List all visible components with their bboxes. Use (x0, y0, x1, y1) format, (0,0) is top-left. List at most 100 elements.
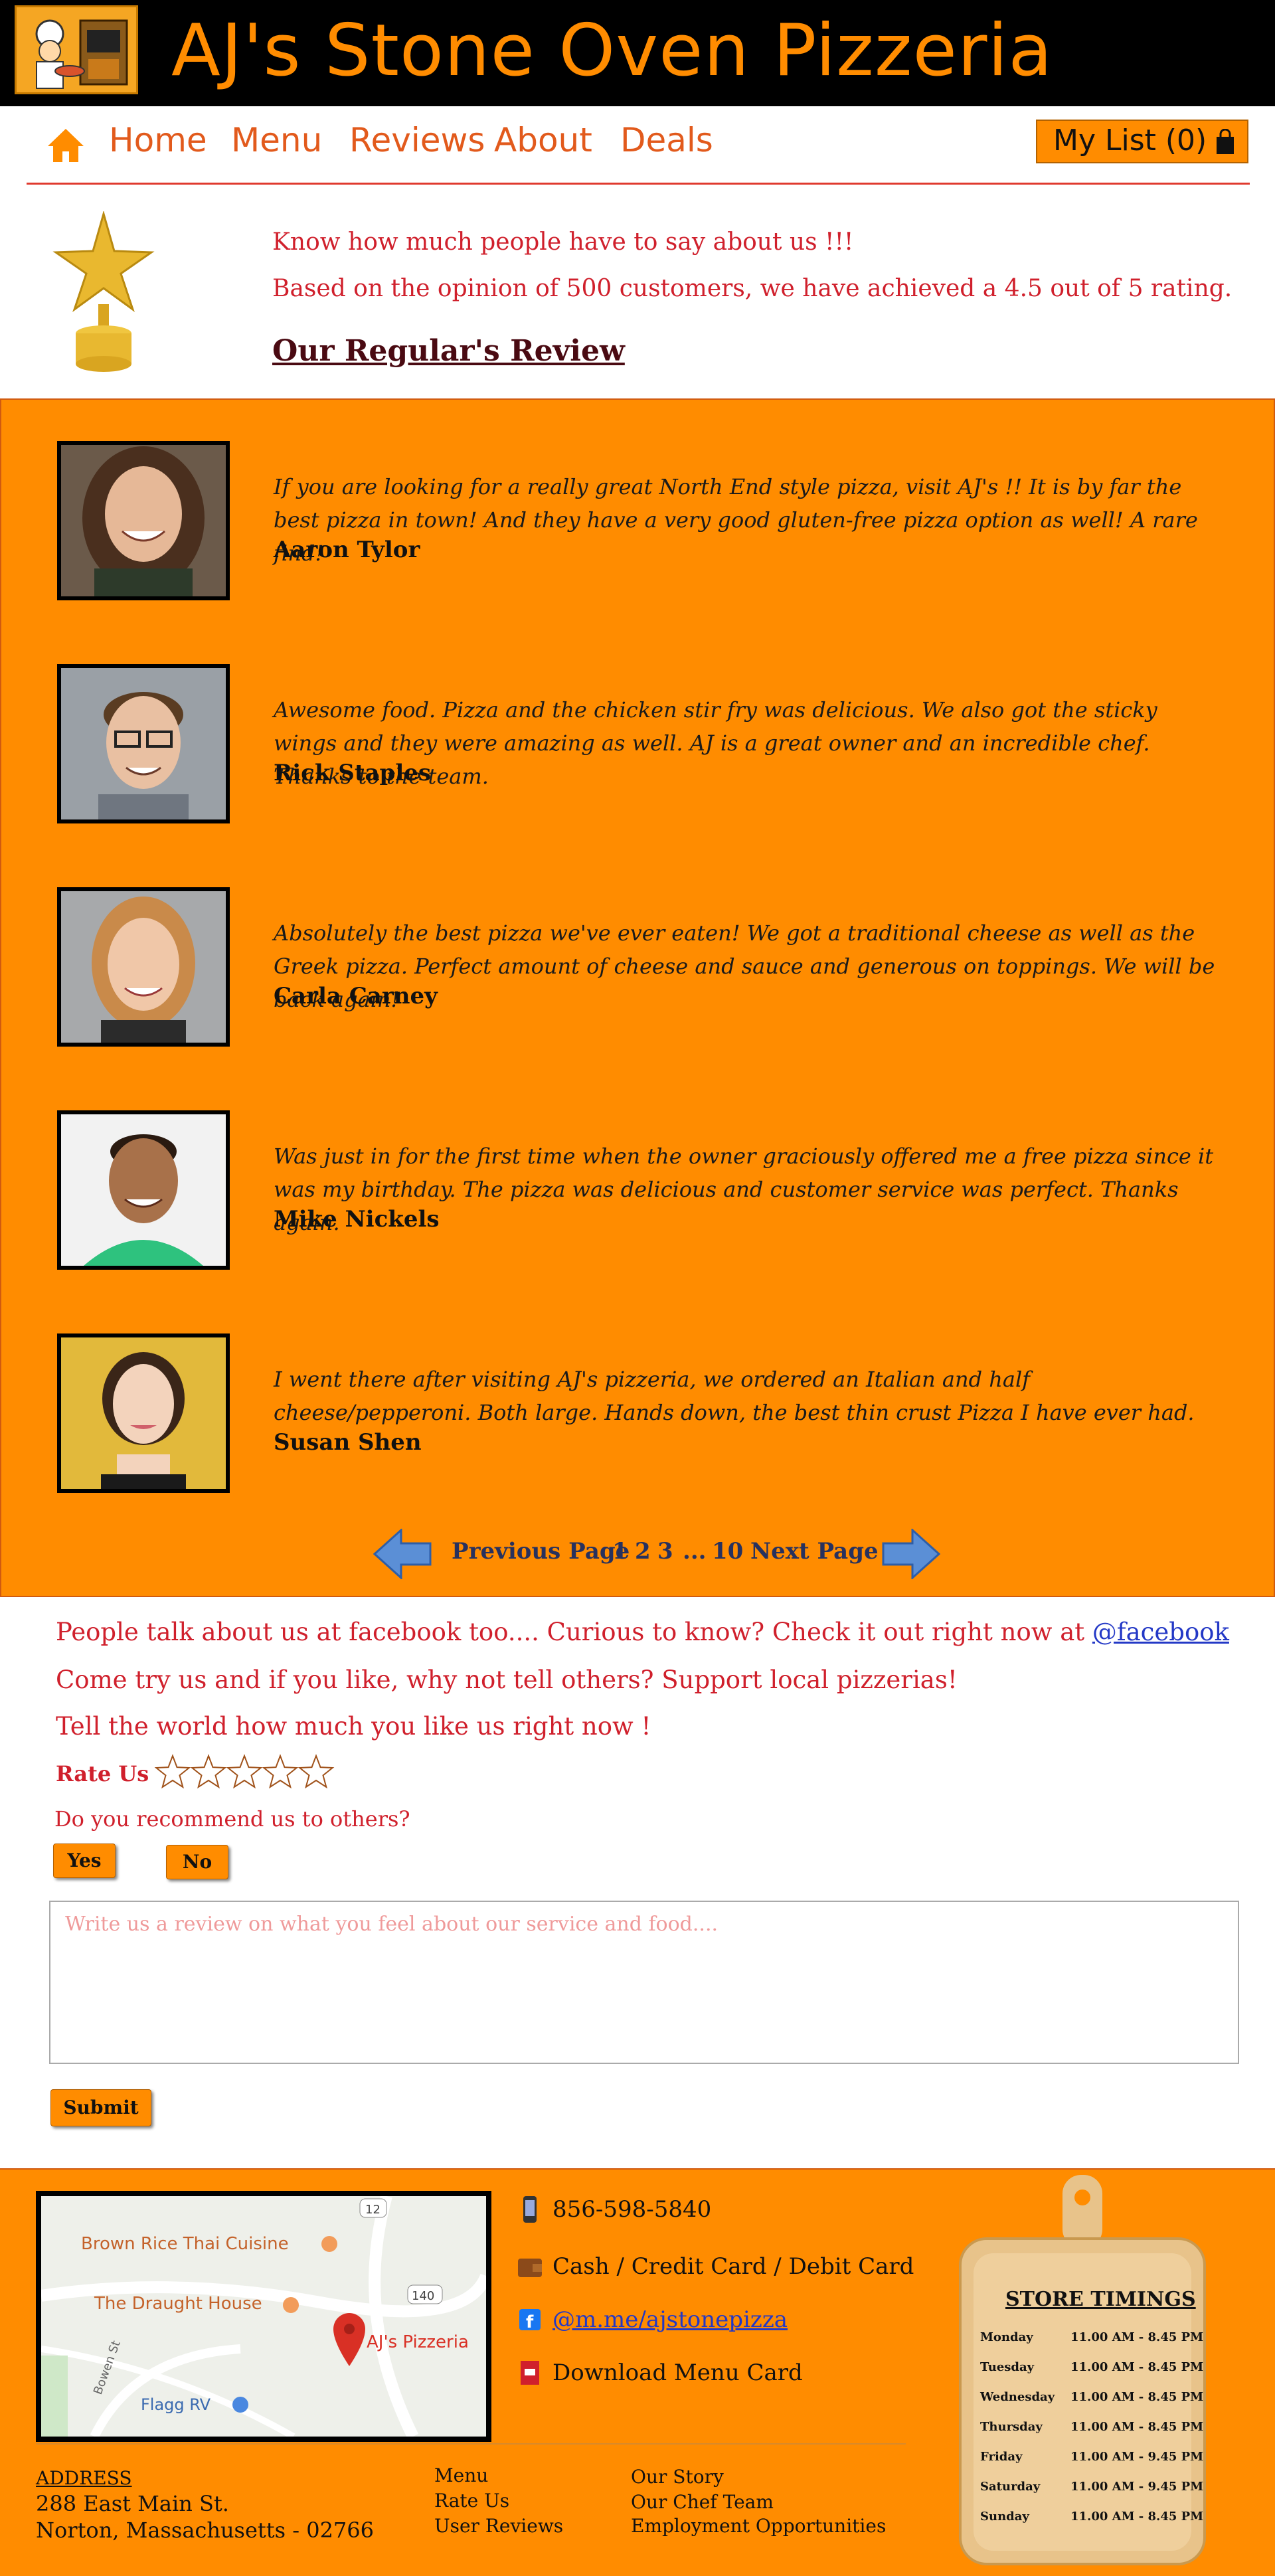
nav-deals[interactable]: Deals (620, 121, 713, 159)
site-footer: Brown Rice Thai Cuisine The Draught Hous… (0, 2168, 1275, 2576)
reviewer-name: Mike Nickels (274, 1206, 440, 1233)
trophy-star-icon (52, 211, 155, 372)
tell-world-line: Tell the world how much you like us righ… (56, 1712, 651, 1741)
footer-link-chef-team[interactable]: Our Chef Team (631, 2491, 774, 2513)
timing-hours: 11.00 AM - 8.45 PM (1070, 2390, 1204, 2404)
facebook-prompt: People talk about us at facebook too....… (56, 1618, 1229, 1646)
timing-row: Friday 11.00 AM - 9.45 PM (980, 2445, 1203, 2471)
shopping-bag-icon (1217, 129, 1234, 154)
rating-star-icon[interactable] (262, 1754, 299, 1789)
map-place-label: Flagg RV (141, 2395, 211, 2414)
timing-day: Friday (980, 2450, 1023, 2464)
nav-menu[interactable]: Menu (231, 121, 322, 159)
reviewer-name: Carla Carney (274, 983, 438, 1009)
timing-row: Monday 11.00 AM - 8.45 PM (980, 2325, 1203, 2352)
review-card: If you are looking for a really great No… (1, 441, 1275, 600)
timing-hours: 11.00 AM - 8.45 PM (1070, 2330, 1204, 2344)
facebook-handle-link[interactable]: @m.me/ajstonepizza (552, 2306, 788, 2333)
timing-row: Sunday 11.00 AM - 8.45 PM (980, 2504, 1203, 2531)
reviewer-avatar (57, 441, 230, 600)
address-line-2: Norton, Massachusetts - 02766 (36, 2518, 374, 2543)
facebook-prompt-text: People talk about us at facebook too....… (56, 1618, 1085, 1646)
site-header: AJ's Stone Oven Pizzeria (0, 0, 1275, 106)
map-place-label: Brown Rice Thai Cuisine (81, 2234, 289, 2254)
footer-link-employment[interactable]: Employment Opportunities (631, 2515, 886, 2537)
pagination: Previous Page 1 2 3 ... 10 Next Page (373, 1522, 944, 1582)
page-link-1[interactable]: 1 (612, 1538, 628, 1565)
timing-day: Wednesday (980, 2390, 1055, 2404)
page-link-10[interactable]: 10 (712, 1538, 743, 1565)
next-page-link[interactable]: Next Page (750, 1538, 879, 1565)
footer-link-menu[interactable]: Menu (434, 2464, 488, 2486)
reviewer-name: Aaron Tylor (274, 537, 420, 563)
nav-home[interactable]: Home (109, 121, 207, 159)
review-card: Awesome food. Pizza and the chicken stir… (1, 664, 1275, 823)
timing-hours: 11.00 AM - 8.45 PM (1070, 2360, 1204, 2374)
facebook-link[interactable]: @facebook (1092, 1618, 1229, 1646)
rating-star-icon[interactable] (226, 1754, 263, 1789)
intro-tagline: Know how much people have to say about u… (272, 228, 854, 256)
timing-row: Saturday 11.00 AM - 9.45 PM (980, 2474, 1203, 2501)
footer-link-user-reviews[interactable]: User Reviews (434, 2515, 563, 2537)
reviewer-avatar (57, 1110, 230, 1270)
recommend-question: Do you recommend us to others? (54, 1806, 410, 1832)
location-map[interactable]: Brown Rice Thai Cuisine The Draught Hous… (36, 2191, 491, 2442)
reviewer-name: Susan Shen (274, 1429, 422, 1456)
footer-link-our-story[interactable]: Our Story (631, 2466, 724, 2488)
next-arrow-icon[interactable] (881, 1529, 940, 1579)
timing-day: Saturday (980, 2480, 1041, 2494)
facebook-icon: f (519, 2309, 541, 2332)
support-line: Come try us and if you like, why not tel… (56, 1666, 958, 1694)
map-place-label: The Draught House (94, 2294, 262, 2314)
main-nav: Home Menu Reviews About Deals My List (0… (27, 106, 1250, 185)
wallet-icon (518, 2259, 542, 2277)
rating-star-icon[interactable] (154, 1754, 191, 1789)
home-icon[interactable] (46, 126, 85, 165)
review-card: Was just in for the first time when the … (1, 1110, 1275, 1270)
address-label: ADDRESS (36, 2467, 132, 2489)
timing-day: Tuesday (980, 2360, 1035, 2374)
payment-methods: Cash / Credit Card / Debit Card (552, 2253, 914, 2280)
reviewer-avatar (57, 1333, 230, 1493)
timing-row: Wednesday 11.00 AM - 8.45 PM (980, 2385, 1203, 2411)
star-rating[interactable] (154, 1753, 340, 1793)
rate-us-label: Rate Us (56, 1761, 149, 1786)
timing-row: Tuesday 11.00 AM - 8.45 PM (980, 2355, 1203, 2381)
review-card: Absolutely the best pizza we've ever eat… (1, 887, 1275, 1047)
address-line-1: 288 East Main St. (36, 2491, 229, 2516)
svg-text:f: f (526, 2312, 534, 2332)
no-button[interactable]: No (166, 1845, 228, 1879)
my-list-label: My List (0) (1053, 124, 1207, 157)
timing-day: Thursday (980, 2420, 1043, 2434)
timing-day: Sunday (980, 2510, 1029, 2524)
regular-review-title: Our Regular's Review (272, 334, 625, 368)
footer-link-rate-us[interactable]: Rate Us (434, 2490, 509, 2512)
my-list-button[interactable]: My List (0) (1036, 120, 1248, 163)
page-link-3[interactable]: 3 (657, 1538, 673, 1565)
reviews-section: If you are looking for a really great No… (0, 398, 1275, 1597)
submit-button[interactable]: Submit (50, 2089, 151, 2126)
page-link-2[interactable]: 2 (635, 1538, 651, 1565)
download-menu-link[interactable]: Download Menu Card (552, 2360, 803, 2386)
store-timings-title: STORE TIMINGS (1005, 2288, 1196, 2311)
review-card: I went there after visiting AJ's pizzeri… (1, 1333, 1275, 1493)
rating-summary: Based on the opinion of 500 customers, w… (272, 275, 1232, 302)
timing-row: Thursday 11.00 AM - 8.45 PM (980, 2415, 1203, 2441)
site-title: AJ's Stone Oven Pizzeria (171, 9, 1053, 92)
previous-arrow-icon[interactable] (373, 1529, 433, 1579)
timing-hours: 11.00 AM - 8.45 PM (1070, 2420, 1204, 2434)
pdf-icon (521, 2361, 539, 2385)
rating-star-icon[interactable] (298, 1754, 335, 1789)
nav-about[interactable]: About (494, 121, 592, 159)
nav-reviews[interactable]: Reviews (349, 121, 485, 159)
map-route-label: 12 (365, 2203, 381, 2217)
pizzeria-logo[interactable] (15, 5, 138, 94)
review-textarea[interactable] (49, 1901, 1239, 2064)
timing-day: Monday (980, 2330, 1033, 2344)
previous-page-link[interactable]: Previous Page (452, 1538, 630, 1565)
timing-hours: 11.00 AM - 9.45 PM (1070, 2480, 1204, 2494)
timing-hours: 11.00 AM - 9.45 PM (1070, 2450, 1204, 2464)
footer-divider (36, 2443, 906, 2445)
rating-star-icon[interactable] (190, 1754, 227, 1789)
yes-button[interactable]: Yes (53, 1844, 116, 1878)
